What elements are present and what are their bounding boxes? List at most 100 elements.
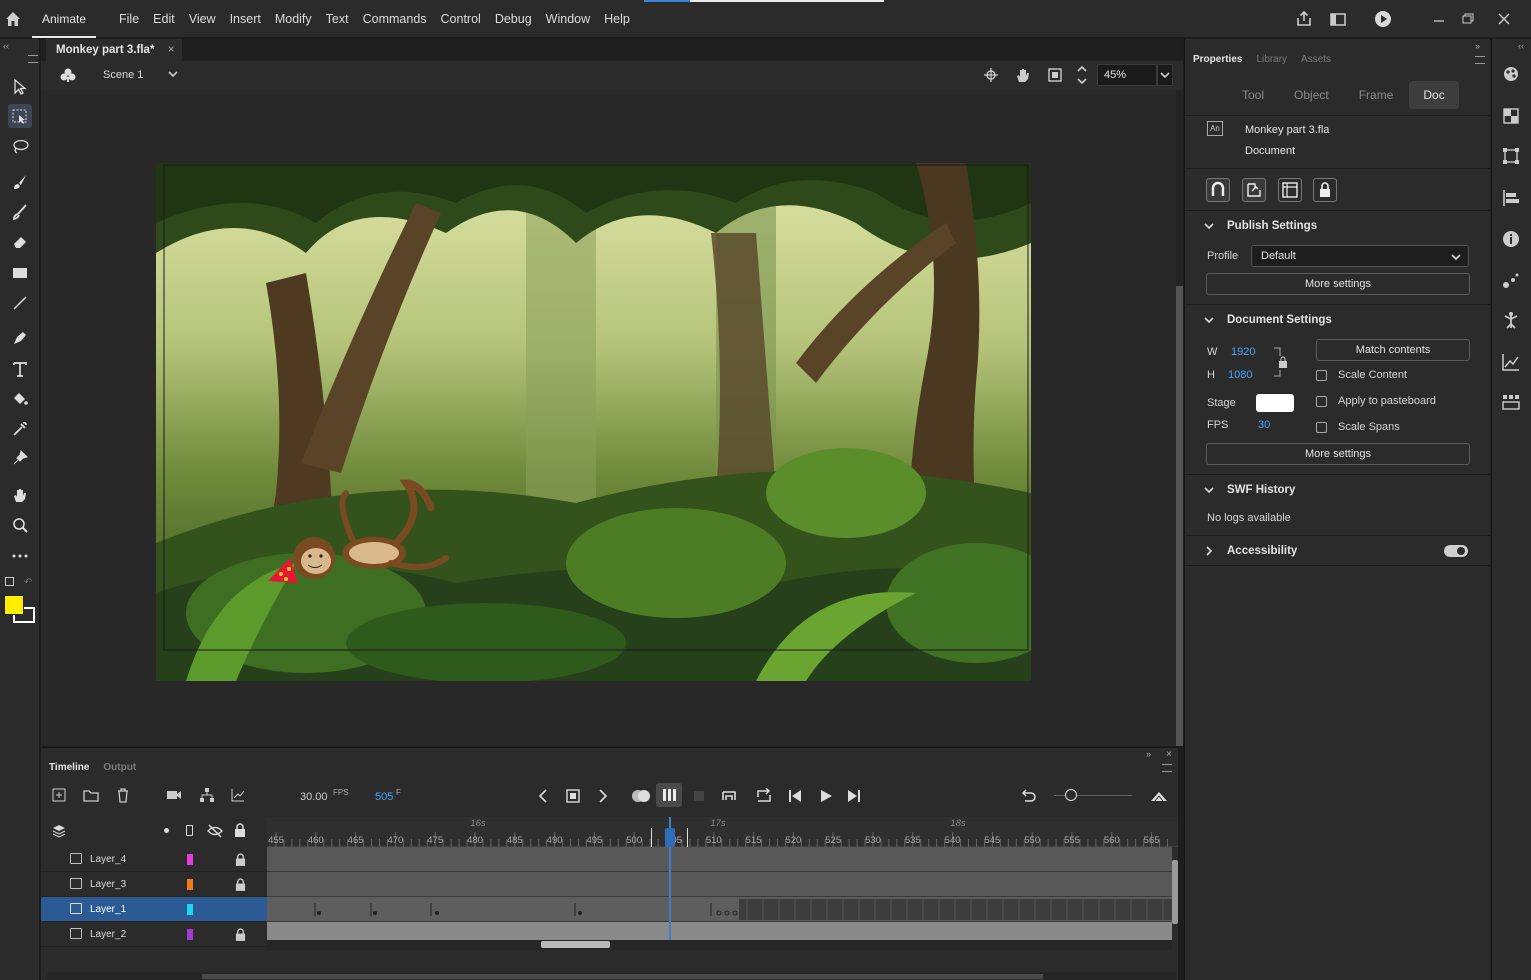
- chevron-down-icon[interactable]: [167, 68, 179, 80]
- menu-view[interactable]: View: [182, 0, 223, 38]
- layer-color-swatch[interactable]: [187, 904, 193, 915]
- layer-color-swatch[interactable]: [187, 929, 193, 940]
- step-back-icon[interactable]: [787, 788, 803, 804]
- subtab-frame[interactable]: Frame: [1345, 81, 1408, 109]
- apply-pasteboard-checkbox[interactable]: [1316, 396, 1327, 407]
- tab-assets[interactable]: Assets: [1301, 54, 1331, 65]
- layer-row[interactable]: Layer_3: [41, 872, 267, 897]
- selection-tool-icon[interactable]: [8, 75, 32, 99]
- tools-menu-icon[interactable]: [28, 55, 38, 63]
- layer-row[interactable]: Layer_4: [41, 847, 267, 872]
- parenting-icon[interactable]: [199, 787, 215, 803]
- assets-icon[interactable]: [1501, 64, 1521, 84]
- chevron-down-icon[interactable]: [1204, 221, 1214, 231]
- insert-keyframe-icon[interactable]: [565, 788, 581, 804]
- home-icon[interactable]: [4, 10, 22, 28]
- document-tab[interactable]: Monkey part 3.fla* ×: [46, 39, 183, 61]
- publish-more-settings-button[interactable]: More settings: [1206, 273, 1470, 295]
- menu-insert[interactable]: Insert: [223, 0, 268, 38]
- scale-spans-checkbox[interactable]: [1316, 422, 1327, 433]
- collapse-panel-icon[interactable]: »: [1475, 41, 1480, 51]
- motion-presets-icon[interactable]: [1501, 270, 1521, 290]
- prev-keyframe-icon[interactable]: [537, 788, 549, 804]
- onion-start-marker[interactable]: [651, 828, 652, 847]
- free-transform-tool-icon[interactable]: [8, 104, 32, 128]
- graph-icon[interactable]: [231, 788, 245, 802]
- lock-icon[interactable]: [235, 853, 246, 866]
- motion-editor-icon[interactable]: [1501, 352, 1521, 372]
- stage-horizontal-thumb[interactable]: [202, 974, 1043, 979]
- layers-scroll-thumb[interactable]: [1172, 860, 1178, 924]
- zoom-input[interactable]: 45%: [1097, 64, 1157, 86]
- menu-edit[interactable]: Edit: [146, 0, 182, 38]
- timeline-scroll-thumb[interactable]: [541, 941, 610, 948]
- eyedropper-tool-icon[interactable]: [8, 417, 32, 441]
- height-value[interactable]: 1080: [1228, 369, 1252, 381]
- new-folder-icon[interactable]: [83, 788, 99, 802]
- frames-row[interactable]: [267, 897, 1172, 922]
- close-tab-icon[interactable]: ×: [168, 39, 175, 61]
- fps-value[interactable]: 30.00: [300, 791, 328, 803]
- layer-name[interactable]: Layer_2: [90, 929, 126, 940]
- menu-window[interactable]: Window: [539, 0, 597, 38]
- menu-text[interactable]: Text: [319, 0, 356, 38]
- play-icon[interactable]: [818, 788, 834, 804]
- layer-name[interactable]: Layer_3: [90, 879, 126, 890]
- menu-help[interactable]: Help: [597, 0, 637, 38]
- brush-tool-icon[interactable]: [8, 200, 32, 224]
- document-settings-title[interactable]: Document Settings: [1227, 314, 1332, 326]
- stage-canvas[interactable]: [156, 163, 1031, 681]
- show-hide-all-icon[interactable]: [164, 828, 169, 833]
- rotate-stage-icon[interactable]: [1014, 66, 1032, 84]
- next-keyframe-icon[interactable]: [597, 788, 609, 804]
- menu-modify[interactable]: Modify: [268, 0, 319, 38]
- timeline-horizontal-scrollbar[interactable]: [267, 940, 1172, 950]
- onion-skin-icon[interactable]: [631, 788, 651, 804]
- visibility-icon[interactable]: [207, 824, 223, 838]
- zoom-tool-icon[interactable]: [8, 513, 32, 537]
- lock-all-icon[interactable]: [234, 823, 246, 837]
- tab-timeline[interactable]: Timeline: [49, 762, 89, 773]
- camera-icon[interactable]: [166, 789, 182, 801]
- line-tool-icon[interactable]: [8, 291, 32, 315]
- clip-stage-icon[interactable]: [1047, 67, 1063, 83]
- outline-icon[interactable]: [186, 825, 193, 836]
- lock-icon[interactable]: [235, 878, 246, 891]
- more-tools-icon[interactable]: [8, 544, 32, 568]
- scene-icon[interactable]: [59, 67, 77, 83]
- stage-scroll-thumb[interactable]: [1176, 286, 1183, 746]
- stage-color-swatch[interactable]: [1256, 394, 1294, 412]
- collapse-icon[interactable]: ‹‹: [3, 41, 9, 51]
- onion-end-marker[interactable]: [687, 828, 688, 847]
- color-swatches-icon[interactable]: [1501, 106, 1521, 126]
- hand-tool-icon[interactable]: [8, 483, 32, 507]
- snap-icon[interactable]: [1206, 178, 1230, 202]
- chevron-right-icon[interactable]: [1204, 546, 1214, 556]
- layers-stack-icon[interactable]: [52, 824, 66, 838]
- publish-settings-title[interactable]: Publish Settings: [1227, 220, 1317, 232]
- layer-name[interactable]: Layer_1: [90, 904, 126, 915]
- text-tool-icon[interactable]: [8, 357, 32, 381]
- menu-file[interactable]: File: [112, 0, 146, 38]
- tab-output[interactable]: Output: [103, 762, 136, 773]
- lasso-tool-icon[interactable]: [8, 135, 32, 159]
- fps-input[interactable]: 30: [1258, 419, 1270, 431]
- layer-color-swatch[interactable]: [187, 879, 193, 890]
- panel-menu-icon[interactable]: [1475, 56, 1485, 64]
- tab-properties[interactable]: Properties: [1193, 54, 1242, 65]
- test-movie-icon[interactable]: [1374, 10, 1392, 28]
- rectangle-tool-icon[interactable]: [8, 261, 32, 285]
- frame-insert-icon[interactable]: [721, 788, 737, 804]
- menu-commands[interactable]: Commands: [356, 0, 434, 38]
- swap-colors-icon[interactable]: ↶: [24, 577, 32, 588]
- subtab-doc[interactable]: Doc: [1409, 81, 1459, 109]
- eraser-tool-icon[interactable]: [8, 230, 32, 254]
- paint-bucket-tool-icon[interactable]: [8, 386, 32, 410]
- menu-debug[interactable]: Debug: [488, 0, 539, 38]
- info-panel-icon[interactable]: [1501, 229, 1521, 249]
- paint-brush-tool-icon[interactable]: [8, 170, 32, 194]
- close-window-icon[interactable]: [1495, 10, 1513, 28]
- puppet-icon[interactable]: [1501, 310, 1521, 330]
- expand-dock-icon[interactable]: ‹‹: [1518, 41, 1524, 51]
- layer-name[interactable]: Layer_4: [90, 854, 126, 865]
